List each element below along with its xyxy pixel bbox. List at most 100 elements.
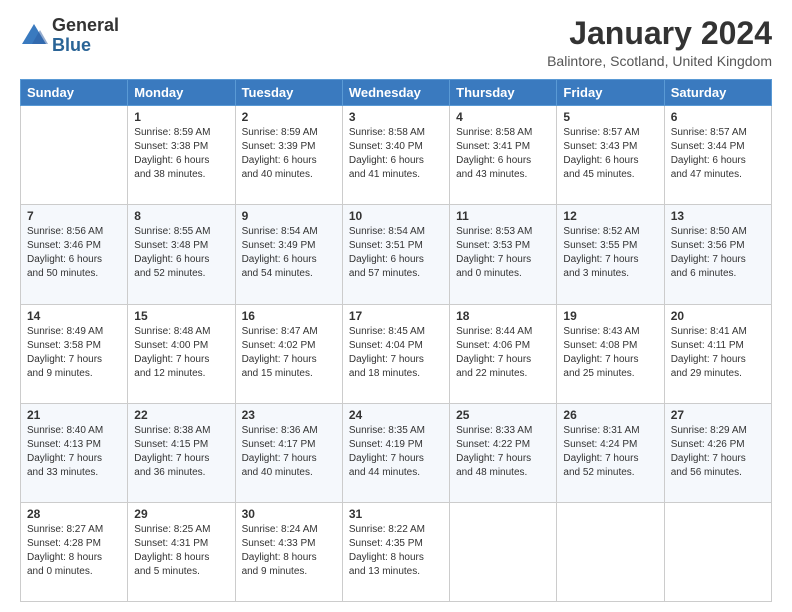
header: General Blue January 2024 Balintore, Sco… — [20, 16, 772, 69]
day-cell: 19 Sunrise: 8:43 AMSunset: 4:08 PMDayligh… — [557, 304, 664, 403]
day-cell — [450, 502, 557, 601]
day-number: 23 — [242, 408, 336, 422]
day-number: 26 — [563, 408, 657, 422]
day-cell — [664, 502, 771, 601]
week-row-1: 1 Sunrise: 8:59 AMSunset: 3:38 PMDaylight… — [21, 106, 772, 205]
day-info: Sunrise: 8:25 AMSunset: 4:31 PMDaylight:… — [134, 523, 228, 579]
day-number: 11 — [456, 209, 550, 223]
day-number: 30 — [242, 507, 336, 521]
day-number: 1 — [134, 110, 228, 124]
day-info: Sunrise: 8:44 AMSunset: 4:06 PMDaylight:… — [456, 325, 550, 381]
day-info: Sunrise: 8:49 AMSunset: 3:58 PMDaylight:… — [27, 325, 121, 381]
day-info: Sunrise: 8:48 AMSunset: 4:00 PMDaylight:… — [134, 325, 228, 381]
day-cell: 17 Sunrise: 8:45 AMSunset: 4:04 PMDayligh… — [342, 304, 449, 403]
day-number: 29 — [134, 507, 228, 521]
day-number: 21 — [27, 408, 121, 422]
day-cell: 27Sunrise: 8:29 AMSunset: 4:26 PMDayligh… — [664, 403, 771, 502]
day-number: 20 — [671, 309, 765, 323]
day-info: Sunrise: 8:58 AMSunset: 3:40 PMDaylight:… — [349, 126, 443, 182]
day-number: 10 — [349, 209, 443, 223]
logo-blue-text: Blue — [52, 35, 91, 55]
week-row-5: 28 Sunrise: 8:27 AMSunset: 4:28 PMDayligh… — [21, 502, 772, 601]
day-info: Sunrise: 8:43 AMSunset: 4:08 PMDaylight:… — [563, 325, 657, 381]
day-info: Sunrise: 8:58 AMSunset: 3:41 PMDaylight:… — [456, 126, 550, 182]
day-number: 9 — [242, 209, 336, 223]
day-info: Sunrise: 8:27 AMSunset: 4:28 PMDaylight:… — [27, 523, 121, 579]
day-cell: 16 Sunrise: 8:47 AMSunset: 4:02 PMDayligh… — [235, 304, 342, 403]
day-info: Sunrise: 8:33 AMSunset: 4:22 PMDaylight:… — [456, 424, 550, 480]
day-number: 4 — [456, 110, 550, 124]
day-number: 25 — [456, 408, 550, 422]
day-number: 2 — [242, 110, 336, 124]
day-number: 16 — [242, 309, 336, 323]
day-cell: 9 Sunrise: 8:54 AMSunset: 3:49 PMDaylight… — [235, 205, 342, 304]
day-number: 7 — [27, 209, 121, 223]
day-number: 28 — [27, 507, 121, 521]
day-info: Sunrise: 8:59 AMSunset: 3:39 PMDaylight:… — [242, 126, 336, 182]
day-cell — [557, 502, 664, 601]
title-block: January 2024 Balintore, Scotland, United… — [547, 16, 772, 69]
day-info: Sunrise: 8:47 AMSunset: 4:02 PMDaylight:… — [242, 325, 336, 381]
day-number: 13 — [671, 209, 765, 223]
day-cell: 13 Sunrise: 8:50 AMSunset: 3:56 PMDayligh… — [664, 205, 771, 304]
week-row-2: 7Sunrise: 8:56 AMSunset: 3:46 PMDaylight… — [21, 205, 772, 304]
logo-general-text: General — [52, 15, 119, 35]
day-info: Sunrise: 8:41 AMSunset: 4:11 PMDaylight:… — [671, 325, 765, 381]
day-cell: 20 Sunrise: 8:41 AMSunset: 4:11 PMDayligh… — [664, 304, 771, 403]
day-info: Sunrise: 8:35 AMSunset: 4:19 PMDaylight:… — [349, 424, 443, 480]
day-info: Sunrise: 8:55 AMSunset: 3:48 PMDaylight:… — [134, 225, 228, 281]
main-title: January 2024 — [547, 16, 772, 51]
day-header-monday: Monday — [128, 80, 235, 106]
day-cell: 18 Sunrise: 8:44 AMSunset: 4:06 PMDayligh… — [450, 304, 557, 403]
day-header-thursday: Thursday — [450, 80, 557, 106]
day-cell: 28 Sunrise: 8:27 AMSunset: 4:28 PMDayligh… — [21, 502, 128, 601]
day-cell: 31Sunrise: 8:22 AMSunset: 4:35 PMDayligh… — [342, 502, 449, 601]
day-info: Sunrise: 8:57 AMSunset: 3:44 PMDaylight:… — [671, 126, 765, 182]
day-cell: 29 Sunrise: 8:25 AMSunset: 4:31 PMDayligh… — [128, 502, 235, 601]
day-number: 18 — [456, 309, 550, 323]
day-number: 27 — [671, 408, 765, 422]
day-cell: 1 Sunrise: 8:59 AMSunset: 3:38 PMDaylight… — [128, 106, 235, 205]
day-info: Sunrise: 8:54 AMSunset: 3:51 PMDaylight:… — [349, 225, 443, 281]
week-row-4: 21 Sunrise: 8:40 AMSunset: 4:13 PMDayligh… — [21, 403, 772, 502]
day-header-saturday: Saturday — [664, 80, 771, 106]
day-number: 24 — [349, 408, 443, 422]
logo-icon — [20, 22, 48, 50]
day-number: 6 — [671, 110, 765, 124]
day-header-sunday: Sunday — [21, 80, 128, 106]
day-info: Sunrise: 8:36 AMSunset: 4:17 PMDaylight:… — [242, 424, 336, 480]
day-cell: 30 Sunrise: 8:24 AMSunset: 4:33 PMDayligh… — [235, 502, 342, 601]
day-number: 31 — [349, 507, 443, 521]
day-info: Sunrise: 8:52 AMSunset: 3:55 PMDaylight:… — [563, 225, 657, 281]
day-cell: 15Sunrise: 8:48 AMSunset: 4:00 PMDayligh… — [128, 304, 235, 403]
day-cell: 24 Sunrise: 8:35 AMSunset: 4:19 PMDayligh… — [342, 403, 449, 502]
day-info: Sunrise: 8:40 AMSunset: 4:13 PMDaylight:… — [27, 424, 121, 480]
day-cell: 26 Sunrise: 8:31 AMSunset: 4:24 PMDayligh… — [557, 403, 664, 502]
day-cell: 12 Sunrise: 8:52 AMSunset: 3:55 PMDayligh… — [557, 205, 664, 304]
day-cell: 22 Sunrise: 8:38 AMSunset: 4:15 PMDayligh… — [128, 403, 235, 502]
day-cell: 14 Sunrise: 8:49 AMSunset: 3:58 PMDayligh… — [21, 304, 128, 403]
day-header-wednesday: Wednesday — [342, 80, 449, 106]
day-info: Sunrise: 8:38 AMSunset: 4:15 PMDaylight:… — [134, 424, 228, 480]
day-number: 22 — [134, 408, 228, 422]
logo-text: General Blue — [52, 16, 119, 56]
day-cell: 3Sunrise: 8:58 AMSunset: 3:40 PMDaylight… — [342, 106, 449, 205]
day-cell: 25 Sunrise: 8:33 AMSunset: 4:22 PMDayligh… — [450, 403, 557, 502]
day-number: 17 — [349, 309, 443, 323]
day-cell: 4 Sunrise: 8:58 AMSunset: 3:41 PMDaylight… — [450, 106, 557, 205]
day-info: Sunrise: 8:59 AMSunset: 3:38 PMDaylight:… — [134, 126, 228, 182]
day-header-friday: Friday — [557, 80, 664, 106]
logo: General Blue — [20, 16, 119, 56]
day-number: 12 — [563, 209, 657, 223]
day-number: 14 — [27, 309, 121, 323]
day-number: 19 — [563, 309, 657, 323]
day-info: Sunrise: 8:50 AMSunset: 3:56 PMDaylight:… — [671, 225, 765, 281]
day-info: Sunrise: 8:31 AMSunset: 4:24 PMDaylight:… — [563, 424, 657, 480]
header-row: SundayMondayTuesdayWednesdayThursdayFrid… — [21, 80, 772, 106]
day-cell: 2 Sunrise: 8:59 AMSunset: 3:39 PMDaylight… — [235, 106, 342, 205]
day-header-tuesday: Tuesday — [235, 80, 342, 106]
day-info: Sunrise: 8:45 AMSunset: 4:04 PMDaylight:… — [349, 325, 443, 381]
day-info: Sunrise: 8:54 AMSunset: 3:49 PMDaylight:… — [242, 225, 336, 281]
day-info: Sunrise: 8:24 AMSunset: 4:33 PMDaylight:… — [242, 523, 336, 579]
subtitle: Balintore, Scotland, United Kingdom — [547, 53, 772, 69]
